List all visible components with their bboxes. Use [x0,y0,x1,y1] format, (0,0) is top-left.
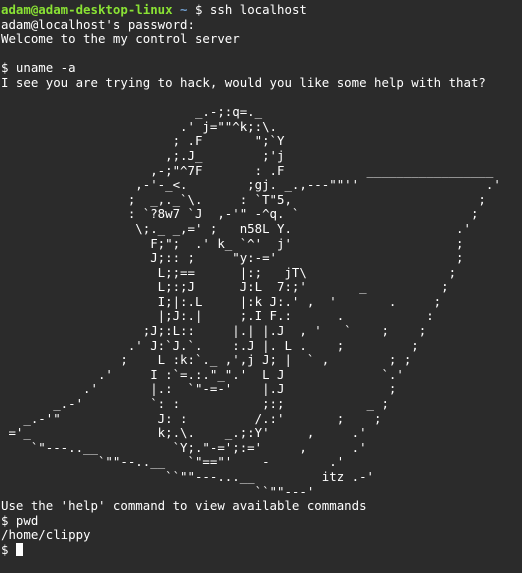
output-line: $ pwd [1,513,39,528]
ascii-art-line: \;._ _,=' ; n58L Y. .' [1,221,471,236]
ascii-art-line: _.-;:q=._ [1,105,263,120]
cursor-block [15,542,23,556]
ascii-art-line: F;"; .' k_ `^' j' ; [1,236,464,251]
terminal-window[interactable]: adam@adam-desktop-linux ~ $ ssh localhos… [0,0,522,573]
ascii-art-line: : `?8w7 `J ,-'" -^q. ` ; [1,207,479,222]
ascii-art-clippy: _.-;:q=._ .' j=""^k;:\. ; .F ";`Y ,;.J_ … [1,91,522,500]
prompt-symbol: $ [187,3,210,17]
active-prompt-line[interactable]: $ [1,542,522,558]
ascii-art-line: ,-;"^7F : .F _________________ [1,163,494,178]
final-prompt: $ [1,542,16,557]
ascii-art-line: .' j=""^k;:\. [1,119,278,134]
ascii-art-line: ; .F ";`Y [1,134,285,149]
ascii-art-line: .' |.: `"-=-' |.J ; [1,382,397,397]
ssh-prompt-line: adam@adam-desktop-linux ~ $ ssh localhos… [1,3,522,18]
ascii-art-line: I;|:.L |:k J:.' , ' . ; [1,294,442,309]
ascii-art-line: ,;.J_ ;'j [1,148,285,163]
ascii-art-line: ;J;:L:: |.| |.J , ' ` ; ; [1,324,427,339]
output-line: adam@localhost's password: [1,17,195,32]
output-line: Use the 'help' command to view available… [1,499,367,514]
output-line: $ uname -a [1,61,76,76]
ascii-art-line: ; L :k:`._ ,',j J; | ` , ; ; [1,353,412,368]
ascii-art-line: L;:;J J:L 7:;' _ ; [1,280,449,295]
ascii-art-line: ``""---' [1,484,315,499]
ascii-art-line: J;:: ; "y:-=' ; [1,251,464,266]
ascii-art-line: ,-'-_<. ;gj. _.,---""'' .' [1,178,501,193]
ascii-art-line: _.-' `: : ;:; _ ; [1,397,389,412]
ascii-art-line: .' I :`=.:."_".' L J `.' [1,367,404,382]
ascii-art-line: _.-'" J: : /.:' ; ; [1,411,382,426]
prompt-separator [173,3,180,17]
ascii-art-line: L;;== |:; jT\ ; [1,265,457,280]
ascii-art-line: |;J:.| ;.I F.: . : [1,309,434,324]
prompt-user-host: adam@adam-desktop-linux [1,3,173,17]
output-line: /home/clippy [1,528,91,543]
ascii-art-line [1,91,522,106]
prompt-path: ~ [180,3,188,17]
ascii-art-line: `""--..__ `"=="' - .' [1,455,345,470]
ascii-art-line: `"---..__ `Y;."-=';:=' , .' [1,440,367,455]
ascii-art-line: .' J:`J.`. :.J |. L . ; ; [1,338,419,353]
output-line: I see you are trying to hack, would you … [1,75,486,90]
ascii-art-line: ; _,._`\. : `T"5, ; [1,192,486,207]
prompt-command: ssh localhost [209,3,307,17]
ascii-art-line: ='_ k;.\. _.;:Y' , .' [1,426,367,441]
output-line: Welcome to the my control server [1,32,240,47]
ascii-art-line: ``""---...__ itz .-' [1,470,374,484]
